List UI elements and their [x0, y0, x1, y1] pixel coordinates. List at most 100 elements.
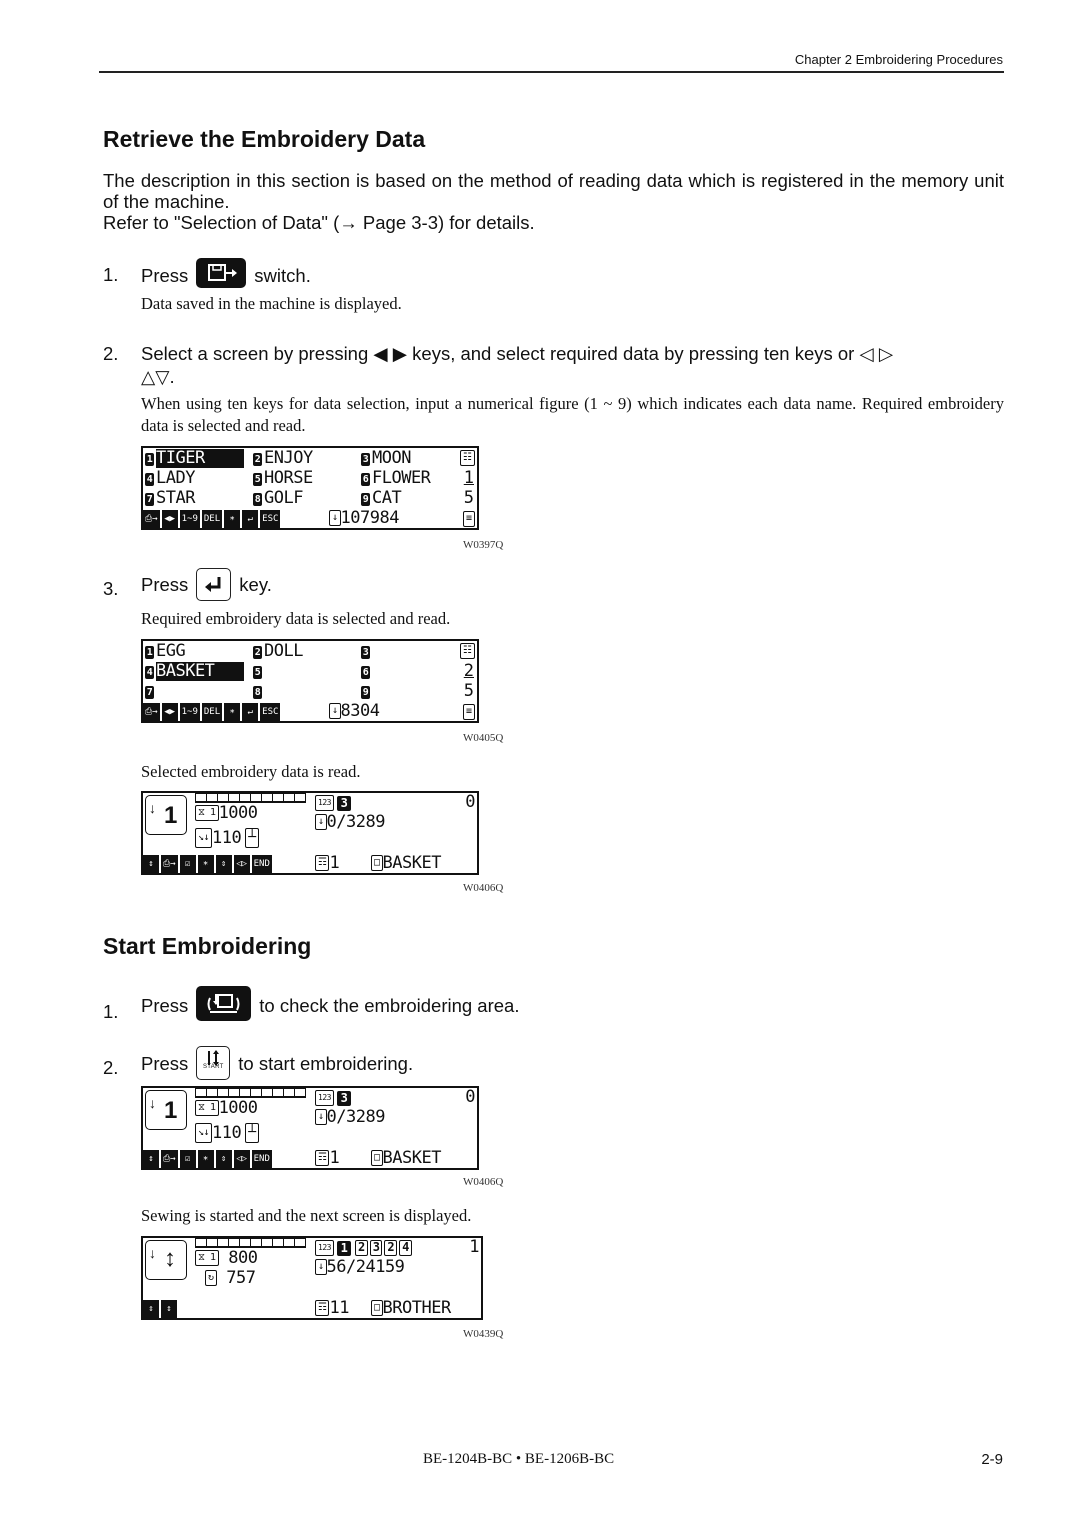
stitch-progress: ↓ 0/3289	[315, 1108, 385, 1127]
counter-value: 800	[218, 1248, 258, 1268]
toolbar-key: ⇕	[215, 1150, 232, 1168]
needle-number: 1	[164, 802, 178, 829]
color-change-icon: 123	[315, 1240, 334, 1256]
memory-icon: ≡	[462, 704, 475, 720]
item-number-badge: 7	[145, 686, 154, 699]
lcd-toolbar: ⎙→ ◀▶ 1~9 DEL ∗ ↵ ESC	[143, 703, 281, 721]
stitch-progress-value: 56/24159	[326, 1257, 405, 1277]
top-right-counter: 1	[469, 1237, 479, 1257]
toolbar-key: ⎙→	[143, 703, 160, 721]
heads-count: ☶ 1	[315, 854, 340, 873]
left-right-solid-arrows-icon: ◀ ▶	[373, 343, 408, 364]
lcd-data-item: 9	[361, 682, 372, 701]
stitch-progress: ↓ 56/24159	[315, 1257, 405, 1277]
step-text: Press	[141, 1052, 189, 1074]
color-change-icon: 123	[315, 795, 334, 811]
speed: ↘↓ 110 ┴	[195, 1123, 259, 1143]
speed-icon: ↘↓	[195, 1123, 213, 1143]
frame-check-icon	[196, 986, 252, 1021]
toolbar-key: ∗	[224, 510, 241, 528]
left-right-outline-arrows-icon: ◁ ▷	[859, 343, 894, 364]
active-color-number: 3	[336, 796, 351, 811]
lcd-toolbar: ↕ ⎙→ ☑ ∗ ⇕ ◁▷ END	[143, 1150, 272, 1168]
counter-value: 1000	[218, 803, 258, 823]
color-sequence: 123 1 2 3 2 4	[315, 1239, 412, 1258]
data-name-value: BROTHER	[382, 1298, 452, 1318]
top-right-counter: 0	[465, 1087, 475, 1107]
item-name: CAT	[372, 488, 402, 508]
item-name: FLOWER	[372, 468, 431, 488]
progress-ticks	[195, 793, 306, 803]
needle-icon: ↓	[315, 1109, 327, 1125]
stitch-value: 8304	[340, 701, 380, 721]
toolbar-key: ⇕	[143, 1300, 159, 1318]
active-color-number: 3	[336, 1091, 351, 1106]
color-order: 123 3	[315, 1089, 353, 1108]
speed-value: 757	[216, 1268, 256, 1288]
lcd-screen-data-list: 1 EGG 2 DOLL 3 4 BASKET 5 6 7 8 9 ☷ 2 5 ⎙→ ◀▶ 1~9 DEL ∗ ↵ ESC…	[141, 639, 479, 723]
step-text: to start embroidering.	[238, 1052, 414, 1074]
speed-value: 110	[212, 1123, 242, 1143]
toolbar-key: ∗	[197, 855, 214, 873]
step-text: key.	[239, 574, 272, 595]
color-sequence-item: 2	[384, 1240, 398, 1256]
stitch-count: ↓ 8304	[329, 701, 380, 721]
progress-ticks	[195, 1238, 306, 1248]
step-text: keys, and select required data by pressi…	[412, 343, 855, 364]
lcd-toolbar: ↕ ⎙→ ☑ ∗ ⇕ ◁▷ END	[143, 855, 272, 873]
lcd-toolbar: ⇕ ↕	[143, 1300, 177, 1318]
page-total: 5	[463, 488, 474, 508]
toolbar-key: END	[251, 855, 272, 873]
toolbar-key: ⎙→	[161, 855, 178, 873]
toolbar-key: 1~9	[179, 510, 200, 528]
lcd-data-item: 2 DOLL	[253, 642, 303, 661]
intro-paragraph: The description in this section is based…	[103, 170, 1004, 212]
toolbar-key: ◁▷	[233, 1150, 250, 1168]
figure-code: W0406Q	[463, 1176, 504, 1188]
heads-count: ☶ 11	[315, 1299, 349, 1318]
tick	[294, 1088, 306, 1098]
lcd-data-item: 4 BASKET	[145, 662, 244, 681]
counter-icon: ⧖ 1	[195, 1100, 219, 1116]
progress-ticks	[195, 1088, 306, 1098]
item-number-badge: 9	[361, 493, 370, 506]
tick	[294, 793, 306, 803]
up-down-outline-arrows-icon: △▽.	[141, 366, 175, 387]
lcd-data-item: 7	[145, 682, 156, 701]
toolbar-key: ↵	[242, 703, 259, 721]
lcd-data-item: 3 MOON	[361, 449, 411, 468]
note-text: Sewing is started and the next screen is…	[141, 1206, 472, 1225]
step-1-line: Press switch.	[141, 258, 311, 290]
item-number-badge: 8	[253, 493, 262, 506]
speed-icon: ↘↓	[195, 828, 213, 848]
lcd-toolbar: ⎙→ ◀▶ 1~9 DEL ∗ ↵ ESC	[143, 510, 281, 528]
lcd-data-item: 3	[361, 642, 372, 661]
item-name: HORSE	[264, 468, 313, 488]
item-number-badge: 5	[253, 473, 262, 486]
toolbar-key: ◁▷	[233, 855, 250, 873]
toolbar-key: 1~9	[179, 703, 200, 721]
needle-icon: ↓	[149, 1245, 156, 1261]
toolbar-key: ⎙→	[143, 510, 160, 528]
step-text: Press	[141, 574, 189, 595]
item-name: DOLL	[264, 641, 303, 661]
needle-icon: ↓	[149, 800, 156, 816]
step-text: Select a screen by pressing	[141, 343, 369, 364]
item-name: TIGER	[156, 449, 244, 468]
speed: ↻ 757	[205, 1268, 256, 1288]
counter: ⧖ 1 1000	[195, 804, 258, 823]
stitch-value: 107984	[340, 508, 400, 528]
color-sequence-item: 2	[354, 1240, 368, 1256]
step-note: Required embroidery data is selected and…	[141, 609, 451, 628]
item-number-badge: 6	[361, 666, 370, 679]
lcd-data-item: 5 HORSE	[253, 469, 313, 488]
counter-icon: ⧖ 1	[195, 805, 219, 821]
needle-icon: ↓	[149, 1095, 156, 1111]
item-number-badge: 9	[361, 686, 370, 699]
lcd-data-item: 8	[253, 682, 264, 701]
item-name: ENJOY	[264, 448, 313, 468]
lcd-data-item: 8 GOLF	[253, 489, 303, 508]
figure-code: W0406Q	[463, 882, 504, 894]
lcd-data-item: 2 ENJOY	[253, 449, 313, 468]
needle-updown-box: ↓ ↕	[145, 1240, 187, 1280]
